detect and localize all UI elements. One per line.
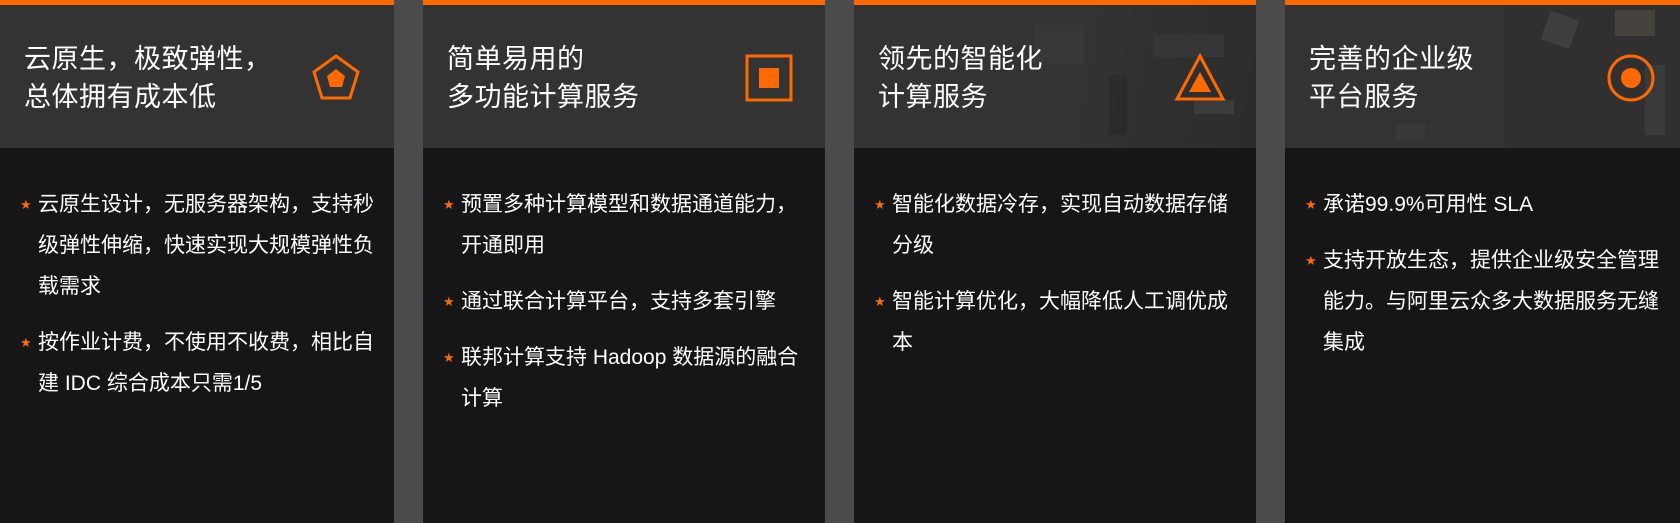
list-item: ★ 支持开放生态，提供企业级安全管理能力。与阿里云众多大数据服务无缝集成 [1305, 240, 1660, 363]
star-bullet-icon: ★ [20, 335, 32, 350]
card-title: 完善的企业级 平台服务 [1309, 40, 1474, 116]
star-bullet-icon: ★ [1305, 253, 1317, 268]
card-feature-list: ★ 预置多种计算模型和数据通道能力，开通即用 ★ 通过联合计算平台，支持多套引擎 ★… [443, 184, 805, 434]
list-item: ★ 智能化数据冷存，实现自动数据存储分级 [874, 184, 1236, 266]
card-title: 领先的智能化 计算服务 [878, 40, 1043, 116]
star-bullet-icon: ★ [874, 197, 886, 212]
feature-cards-section: 云原生，极致弹性， 总体拥有成本低 ★ 云原生设计，无服务器架构，支持秒级弹性伸缩… [0, 0, 1680, 523]
star-bullet-icon: ★ [443, 350, 455, 365]
star-bullet-icon: ★ [874, 294, 886, 309]
card-title-line: 云原生，极致弹性， [24, 44, 272, 74]
list-item: ★ 云原生设计，无服务器架构，支持秒级弹性伸缩，快速实现大规模弹性负载需求 [20, 184, 374, 307]
circle-target-icon [1605, 52, 1657, 104]
card-title-line: 平台服务 [1309, 82, 1419, 112]
card-title: 简单易用的 多功能计算服务 [447, 40, 640, 116]
feature-card-easy-to-use: 简单易用的 多功能计算服务 ★ 预置多种计算模型和数据通道能力，开通即用 ★ 通过联… [423, 0, 825, 523]
card-title-line: 领先的智能化 [878, 44, 1043, 74]
triangle-icon [1174, 52, 1226, 104]
feature-card-cloud-native: 云原生，极致弹性， 总体拥有成本低 ★ 云原生设计，无服务器架构，支持秒级弹性伸缩… [0, 0, 394, 523]
square-icon [743, 52, 795, 104]
card-feature-list: ★ 智能化数据冷存，实现自动数据存储分级 ★ 智能计算优化，大幅降低人工调优成本 [874, 184, 1236, 378]
card-title-line: 总体拥有成本低 [24, 82, 217, 112]
card-feature-list: ★ 云原生设计，无服务器架构，支持秒级弹性伸缩，快速实现大规模弹性负载需求 ★ 按作… [20, 184, 374, 419]
star-bullet-icon: ★ [1305, 197, 1317, 212]
card-title: 云原生，极致弹性， 总体拥有成本低 [24, 40, 272, 116]
list-item: ★ 按作业计费，不使用不收费，相比自建 IDC 综合成本只需1/5 [20, 322, 374, 404]
list-item: ★ 通过联合计算平台，支持多套引擎 [443, 281, 805, 322]
star-bullet-icon: ★ [443, 294, 455, 309]
list-item: ★ 联邦计算支持 Hadoop 数据源的融合计算 [443, 337, 805, 419]
card-title-line: 计算服务 [878, 82, 988, 112]
star-bullet-icon: ★ [20, 197, 32, 212]
list-item: ★ 预置多种计算模型和数据通道能力，开通即用 [443, 184, 805, 266]
list-item: ★ 智能计算优化，大幅降低人工调优成本 [874, 281, 1236, 363]
feature-card-intelligent: 领先的智能化 计算服务 ★ 智能化数据冷存，实现自动数据存储分级 ★ 智能计算优化，… [854, 0, 1256, 523]
card-title-line: 多功能计算服务 [447, 82, 640, 112]
card-title-line: 完善的企业级 [1309, 44, 1474, 74]
list-item: ★ 承诺99.9%可用性 SLA [1305, 184, 1660, 225]
card-title-line: 简单易用的 [447, 44, 585, 74]
pentagon-icon [310, 52, 362, 104]
card-feature-list: ★ 承诺99.9%可用性 SLA ★ 支持开放生态，提供企业级安全管理能力。与阿里云… [1305, 184, 1660, 378]
feature-card-enterprise: 完善的企业级 平台服务 ★ 承诺99.9%可用性 SLA ★ 支持开放生态，提供企业… [1285, 0, 1680, 523]
star-bullet-icon: ★ [443, 197, 455, 212]
